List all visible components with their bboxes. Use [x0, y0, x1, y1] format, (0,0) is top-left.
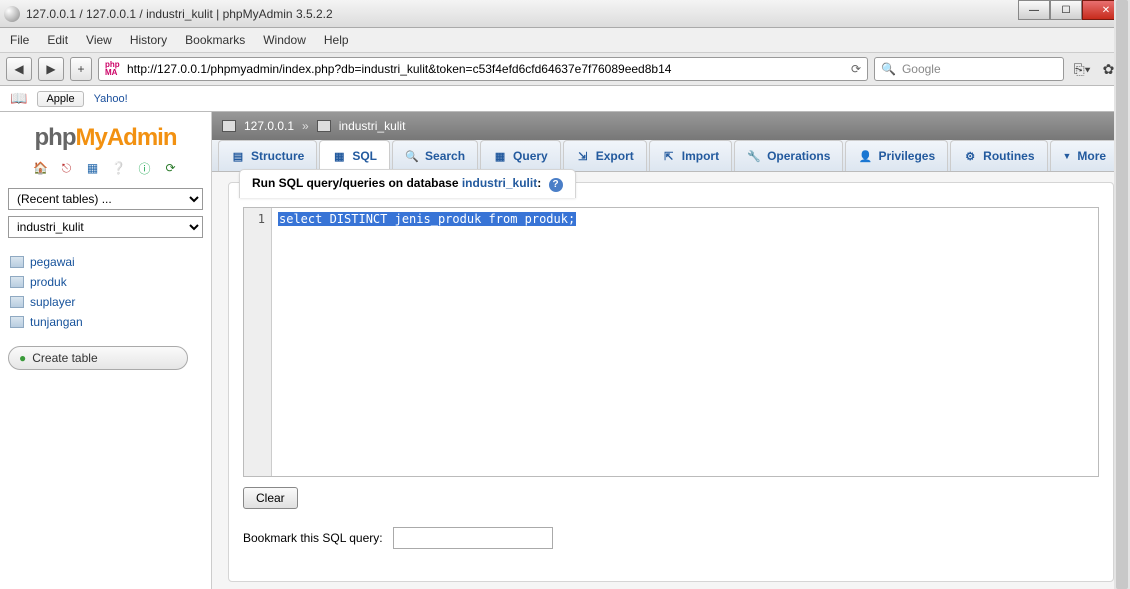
- table-list: pegawai produk suplayer tunjangan: [8, 252, 203, 332]
- table-link-suplayer[interactable]: suplayer: [8, 292, 203, 312]
- plus-icon: ●: [19, 351, 26, 365]
- search-icon: 🔍: [881, 62, 896, 76]
- routines-icon: ⚙: [963, 149, 977, 163]
- breadcrumb: 127.0.0.1 » industri_kulit: [212, 112, 1130, 140]
- table-link-pegawai[interactable]: pegawai: [8, 252, 203, 272]
- run-query-db: industri_kulit: [462, 176, 537, 190]
- tab-routines[interactable]: ⚙Routines: [950, 140, 1047, 171]
- table-icon: [10, 316, 24, 328]
- content-area: 127.0.0.1 » industri_kulit ▤Structure ▦S…: [212, 112, 1130, 589]
- breadcrumb-host[interactable]: 127.0.0.1: [244, 119, 294, 133]
- tab-import[interactable]: ⇱Import: [649, 140, 732, 171]
- favicon-icon: [4, 6, 20, 22]
- bookmark-row: Bookmark this SQL query:: [243, 527, 1099, 549]
- pma-favicon-icon: php MA: [105, 61, 121, 77]
- bookmark-input[interactable]: [393, 527, 553, 549]
- menu-help[interactable]: Help: [324, 33, 349, 47]
- forward-button[interactable]: ▶: [38, 57, 64, 81]
- url-field[interactable]: php MA http://127.0.0.1/phpmyadmin/index…: [98, 57, 868, 81]
- privileges-icon: 👤: [858, 149, 872, 163]
- query-icon: ▦: [493, 149, 507, 163]
- tab-sql[interactable]: ▦SQL: [319, 140, 390, 171]
- database-icon: [317, 120, 331, 132]
- new-window-icon[interactable]: ⎘▾: [1070, 57, 1094, 81]
- docs-icon[interactable]: ❔: [111, 160, 127, 176]
- minimize-button[interactable]: —: [1018, 0, 1050, 20]
- window-scrollbar[interactable]: [1114, 0, 1130, 589]
- info-icon[interactable]: ⓘ: [137, 160, 153, 176]
- menu-window[interactable]: Window: [263, 33, 306, 47]
- search-tab-icon: 🔍: [405, 149, 419, 163]
- logo-myadmin: MyAdmin: [75, 124, 176, 151]
- structure-icon: ▤: [231, 149, 245, 163]
- import-icon: ⇱: [662, 149, 676, 163]
- bookmark-apple[interactable]: Apple: [37, 91, 83, 107]
- table-link-produk[interactable]: produk: [8, 272, 203, 292]
- chevron-down-icon: ▼: [1063, 151, 1072, 161]
- tab-export[interactable]: ⇲Export: [563, 140, 647, 171]
- window-scroll-thumb[interactable]: [1116, 0, 1128, 589]
- tab-structure[interactable]: ▤Structure: [218, 140, 317, 171]
- sql-tab-icon: ▦: [332, 149, 346, 163]
- breadcrumb-db[interactable]: industri_kulit: [339, 119, 406, 133]
- url-toolbar: ◀ ▶ + php MA http://127.0.0.1/phpmyadmin…: [0, 52, 1130, 86]
- export-icon: ⇲: [576, 149, 590, 163]
- breadcrumb-sep: »: [302, 119, 309, 133]
- tab-privileges[interactable]: 👤Privileges: [845, 140, 948, 171]
- editor-gutter: 1: [244, 208, 272, 476]
- create-table-button[interactable]: ● Create table: [8, 346, 188, 370]
- window-title: 127.0.0.1 / 127.0.0.1 / industri_kulit |…: [26, 7, 1126, 21]
- menu-edit[interactable]: Edit: [47, 33, 68, 47]
- sql-selection: select DISTINCT jenis_produk from produk…: [278, 212, 576, 226]
- search-placeholder: Google: [902, 62, 941, 76]
- tab-bar: ▤Structure ▦SQL 🔍Search ▦Query ⇲Export ⇱…: [212, 140, 1130, 172]
- tab-operations[interactable]: 🔧Operations: [734, 140, 843, 171]
- back-button[interactable]: ◀: [6, 57, 32, 81]
- clear-button[interactable]: Clear: [243, 487, 298, 509]
- tab-query[interactable]: ▦Query: [480, 140, 561, 171]
- bookmark-label: Bookmark this SQL query:: [243, 531, 383, 545]
- sql-icon[interactable]: ▦: [85, 160, 101, 176]
- bookmarks-icon[interactable]: 📖: [10, 90, 27, 107]
- table-icon: [10, 296, 24, 308]
- home-icon[interactable]: 🏠: [33, 160, 49, 176]
- server-icon: [222, 120, 236, 132]
- maximize-button[interactable]: ☐: [1050, 0, 1082, 20]
- tab-search[interactable]: 🔍Search: [392, 140, 478, 171]
- operations-icon: 🔧: [747, 149, 761, 163]
- tab-more[interactable]: ▼More: [1050, 140, 1120, 171]
- pma-logo: phpMyAdmin: [35, 124, 177, 152]
- sidebar-icon-row: 🏠 ⎋ ▦ ❔ ⓘ ⟳: [33, 160, 179, 176]
- url-text: http://127.0.0.1/phpmyadmin/index.php?db…: [127, 62, 845, 76]
- table-icon: [10, 276, 24, 288]
- add-tab-button[interactable]: +: [70, 57, 92, 81]
- menu-history[interactable]: History: [130, 33, 167, 47]
- sidebar: phpMyAdmin 🏠 ⎋ ▦ ❔ ⓘ ⟳ (Recent tables) .…: [0, 112, 212, 589]
- app-body: phpMyAdmin 🏠 ⎋ ▦ ❔ ⓘ ⟳ (Recent tables) .…: [0, 112, 1130, 589]
- menu-view[interactable]: View: [86, 33, 112, 47]
- run-query-label: Run SQL query/queries on database indust…: [239, 169, 576, 198]
- window-titlebar: 127.0.0.1 / 127.0.0.1 / industri_kulit |…: [0, 0, 1130, 28]
- database-select[interactable]: industri_kulit: [8, 216, 203, 238]
- help-icon[interactable]: ?: [549, 178, 563, 192]
- menu-file[interactable]: File: [10, 33, 29, 47]
- browser-menubar: File Edit View History Bookmarks Window …: [0, 28, 1130, 52]
- table-link-tunjangan[interactable]: tunjangan: [8, 312, 203, 332]
- logo-php: php: [35, 124, 76, 151]
- create-table-label: Create table: [32, 351, 97, 365]
- editor-code[interactable]: select DISTINCT jenis_produk from produk…: [272, 208, 1098, 476]
- bookmark-bar: 📖 Apple Yahoo!: [0, 86, 1130, 112]
- reload-icon[interactable]: ⟳: [851, 62, 861, 76]
- menu-bookmarks[interactable]: Bookmarks: [185, 33, 245, 47]
- table-icon: [10, 256, 24, 268]
- bookmark-yahoo[interactable]: Yahoo!: [94, 93, 128, 105]
- sql-panel: Run SQL query/queries on database indust…: [228, 182, 1114, 582]
- recent-tables-select[interactable]: (Recent tables) ...: [8, 188, 203, 210]
- exit-icon[interactable]: ⎋: [59, 160, 75, 176]
- sql-editor[interactable]: 1 select DISTINCT jenis_produk from prod…: [243, 207, 1099, 477]
- search-box[interactable]: 🔍 Google: [874, 57, 1064, 81]
- reload-sidebar-icon[interactable]: ⟳: [163, 160, 179, 176]
